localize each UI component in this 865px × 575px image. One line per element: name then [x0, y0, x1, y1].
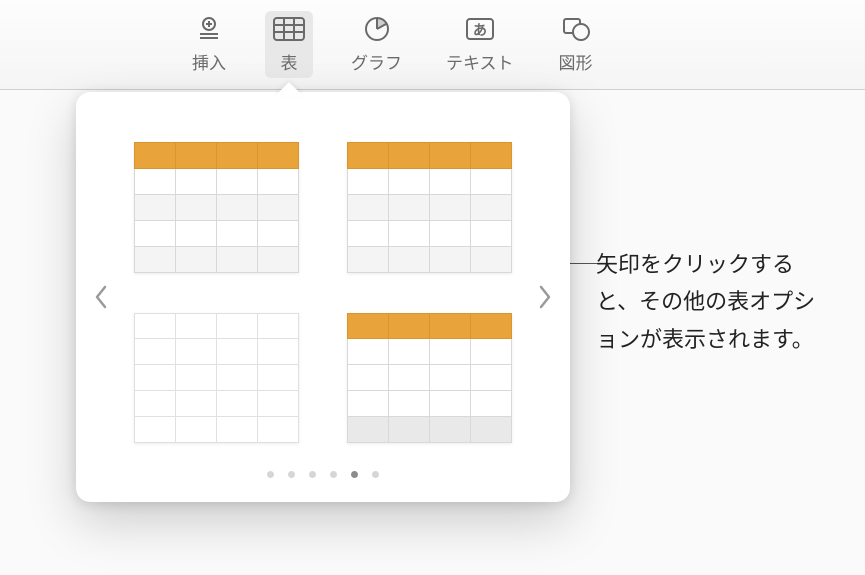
- toolbar-text-label: テキスト: [446, 49, 514, 74]
- toolbar-chart-label: グラフ: [351, 49, 402, 74]
- page-dot-3[interactable]: [309, 471, 316, 478]
- callout-text: 矢印をクリックすると、その他の表オプションが表示されます。: [596, 246, 826, 358]
- table-style-3[interactable]: [134, 313, 299, 444]
- shape-icon: [558, 15, 594, 43]
- table-styles-grid: [126, 132, 520, 453]
- table-style-4[interactable]: [347, 313, 512, 444]
- insert-icon: [191, 15, 227, 43]
- svg-text:あ: あ: [473, 22, 487, 38]
- toolbar-insert[interactable]: 挿入: [185, 11, 233, 78]
- previous-page-arrow[interactable]: [86, 277, 116, 317]
- toolbar-shape-label: 図形: [559, 49, 593, 74]
- next-page-arrow[interactable]: [530, 277, 560, 317]
- toolbar-text[interactable]: あ テキスト: [440, 11, 520, 78]
- table-styles-popover: [76, 92, 570, 502]
- page-dot-1[interactable]: [267, 471, 274, 478]
- toolbar-chart[interactable]: グラフ: [345, 11, 408, 78]
- toolbar-table-label: 表: [281, 49, 298, 74]
- page-dots: [126, 453, 520, 482]
- toolbar-insert-label: 挿入: [192, 49, 226, 74]
- table-icon: [271, 15, 307, 43]
- table-style-2[interactable]: [347, 142, 512, 273]
- table-style-1[interactable]: [134, 142, 299, 273]
- page-dot-2[interactable]: [288, 471, 295, 478]
- chart-icon: [359, 15, 395, 43]
- toolbar-table[interactable]: 表: [265, 11, 313, 78]
- toolbar-shape[interactable]: 図形: [552, 11, 600, 78]
- toolbar: 挿入 表 グラフ あ: [0, 0, 865, 90]
- page-dot-5[interactable]: [351, 471, 358, 478]
- page-dot-4[interactable]: [330, 471, 337, 478]
- page-dot-6[interactable]: [372, 471, 379, 478]
- text-icon: あ: [462, 15, 498, 43]
